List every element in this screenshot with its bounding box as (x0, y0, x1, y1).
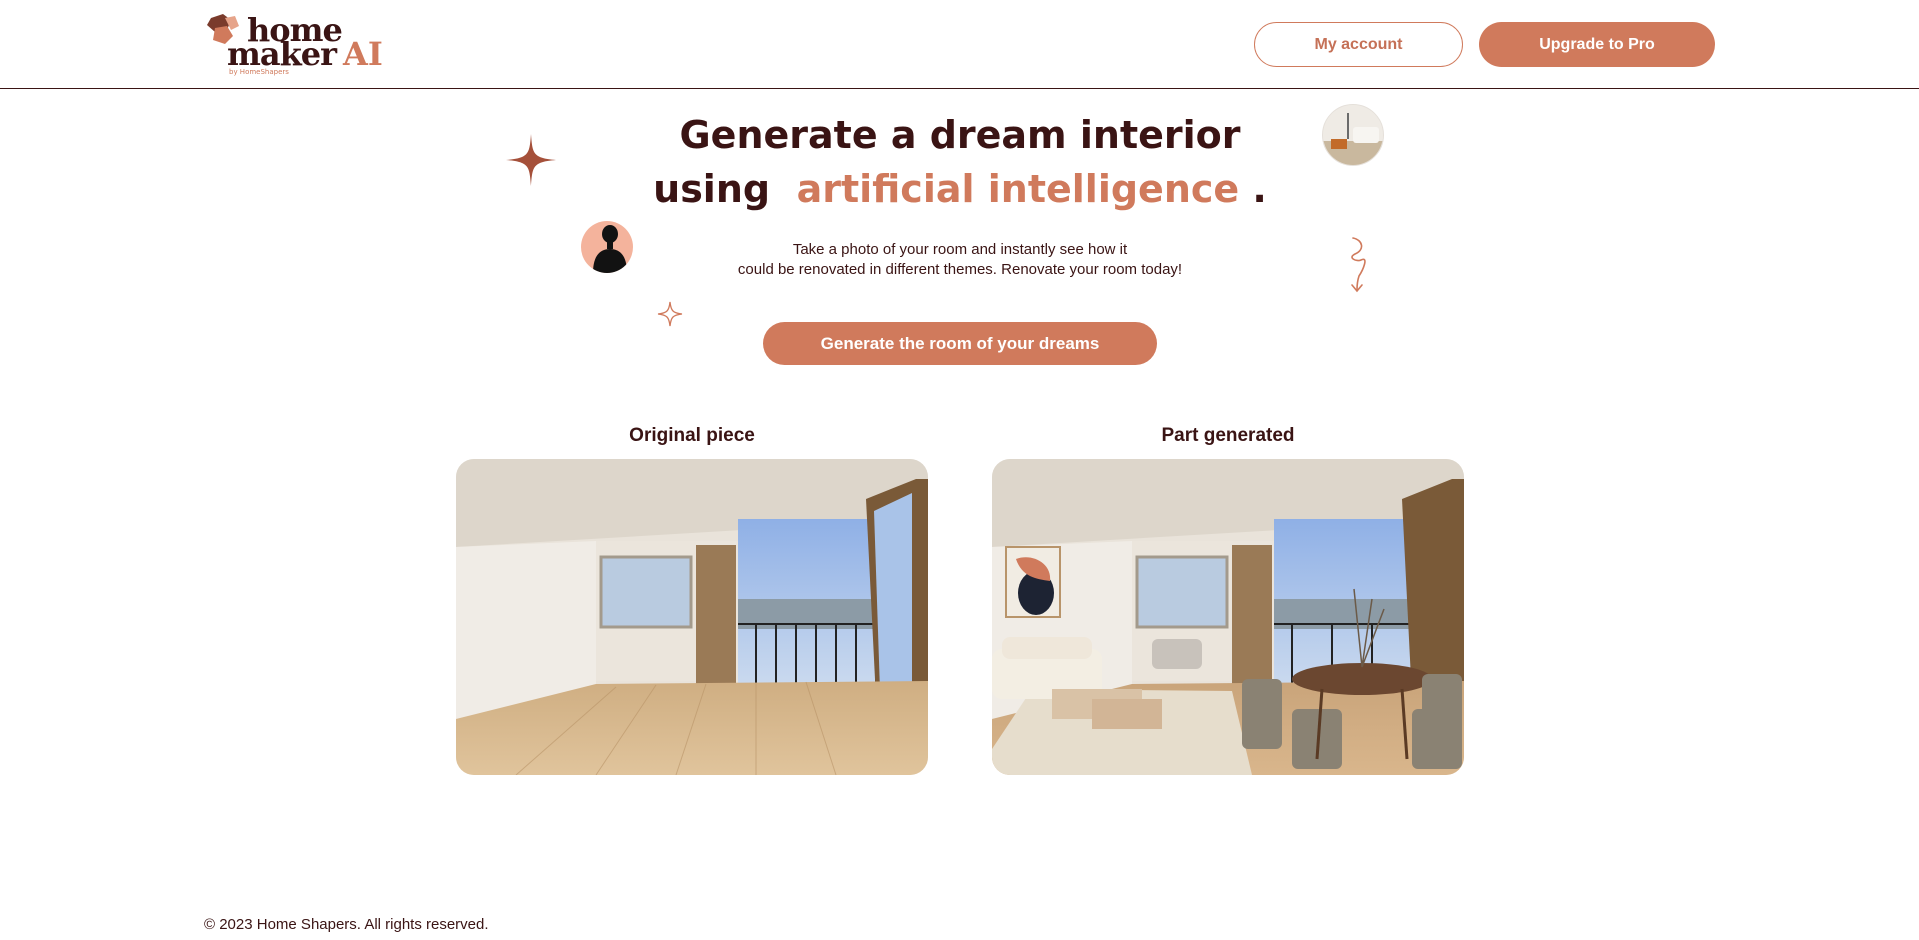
logo-byline: by HomeShapers (229, 68, 289, 76)
logo-text-ai: AI (343, 35, 383, 73)
upgrade-to-pro-button[interactable]: Upgrade to Pro (1479, 22, 1715, 67)
hero-title-prefix: using (653, 167, 771, 211)
hero-title: Generate a dream interior using artifici… (560, 108, 1360, 216)
generate-room-button[interactable]: Generate the room of your dreams (763, 322, 1157, 365)
sparkle-outline-icon (657, 301, 683, 327)
empty-room-illustration (456, 459, 928, 775)
sculpture-bust-icon (593, 225, 627, 273)
hero-subtitle: Take a photo of your room and instantly … (660, 240, 1260, 280)
hero-title-line2: using artificial intelligence . (560, 162, 1360, 216)
hero-title-accent: artificial intelligence (796, 167, 1240, 211)
hero-subtitle-line1: Take a photo of your room and instantly … (792, 241, 1128, 258)
original-piece-label: Original piece (629, 425, 755, 446)
site-header: home maker AI by HomeShapers My account … (0, 0, 1919, 89)
furnished-room-illustration (992, 459, 1464, 775)
hero-title-suffix: . (1252, 167, 1267, 211)
generated-room-image (992, 459, 1464, 775)
sparkle-large-icon (506, 134, 556, 186)
sculpture-avatar (581, 221, 633, 273)
part-generated-label: Part generated (1161, 425, 1295, 446)
original-room-image (456, 459, 928, 775)
curly-arrow-icon (1351, 237, 1366, 293)
my-account-button[interactable]: My account (1254, 22, 1463, 67)
hero-subtitle-line2: could be renovated in different themes. … (737, 261, 1183, 278)
homemaker-logo[interactable]: home maker AI by HomeShapers (205, 10, 395, 80)
logo-text-maker: maker (227, 35, 337, 73)
hero-title-line1: Generate a dream interior (679, 113, 1241, 157)
footer-copyright: © 2023 Home Shapers. All rights reserved… (204, 916, 489, 933)
